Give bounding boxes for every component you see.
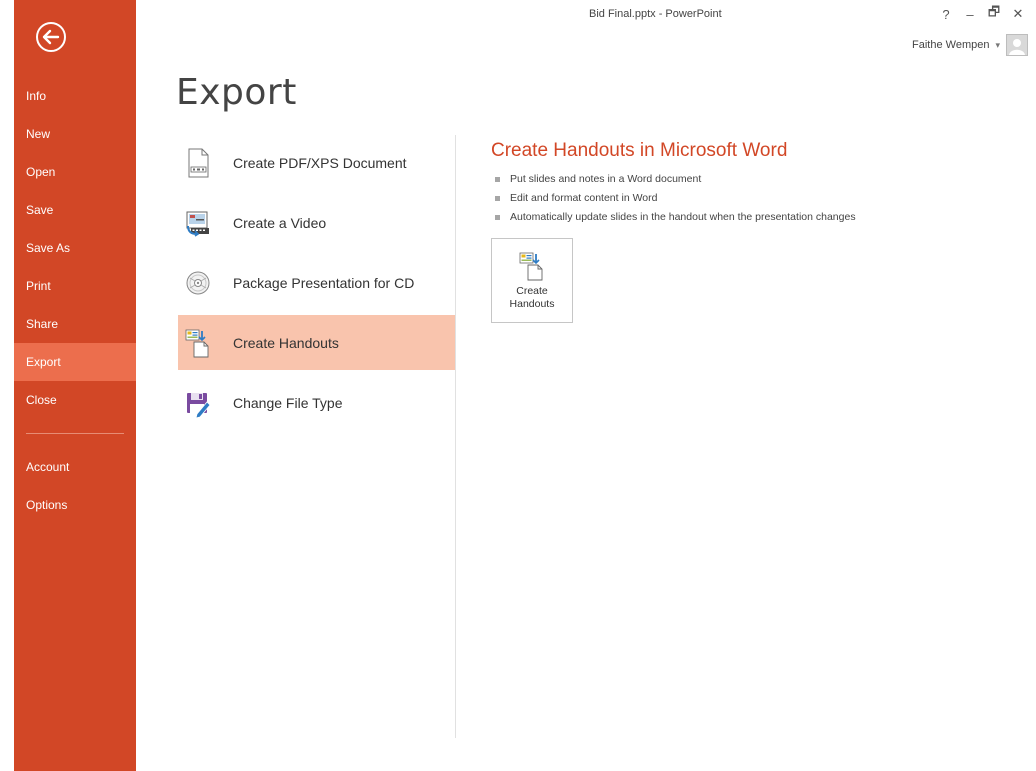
nav-item-share[interactable]: Share: [14, 305, 136, 343]
minimize-button[interactable]: –: [958, 4, 982, 24]
window-controls: ? – 🗗 ✕: [934, 4, 1030, 24]
export-option-label: Create a Video: [233, 214, 327, 231]
export-options-list: Create PDF/XPS Document Create a Video P…: [178, 135, 455, 435]
handouts-icon: [519, 252, 543, 281]
nav-item-print[interactable]: Print: [14, 267, 136, 305]
export-option-label: Create PDF/XPS Document: [233, 154, 407, 171]
back-arrow-icon[interactable]: [35, 21, 67, 53]
nav-separator: [26, 433, 124, 434]
account-area[interactable]: Faithe Wempen ▾: [912, 34, 1028, 56]
detail-pane: Create Handouts in Microsoft Word Put sl…: [491, 140, 1011, 323]
user-silhouette-icon: [1009, 39, 1025, 55]
handouts-icon: [185, 329, 209, 357]
create-handouts-button-label-line1: Create: [516, 285, 548, 297]
user-name[interactable]: Faithe Wempen: [912, 39, 989, 51]
nav-item-save-as[interactable]: Save As: [14, 229, 136, 267]
backstage-sidebar: Info New Open Save Save As Print Share E…: [14, 0, 136, 771]
help-button[interactable]: ?: [934, 4, 958, 24]
close-button[interactable]: ✕: [1006, 4, 1030, 24]
detail-title: Create Handouts in Microsoft Word: [491, 140, 788, 161]
export-option-package-cd[interactable]: Package Presentation for CD: [178, 255, 455, 310]
export-option-label: Change File Type: [233, 394, 343, 411]
save-disk-icon: [187, 392, 211, 418]
export-option-label: Create Handouts: [233, 334, 339, 351]
bullet-icon: [495, 196, 500, 201]
list-item: Automatically update slides in the hando…: [491, 208, 1011, 227]
backstage-nav: Info New Open Save Save As Print Share E…: [14, 77, 136, 524]
create-handouts-button-label-line2: Handouts: [509, 298, 555, 310]
chevron-down-icon[interactable]: ▾: [995, 40, 1000, 51]
page-title: Export: [176, 72, 297, 113]
video-icon: [186, 211, 209, 237]
title-bar: Bid Final.pptx - PowerPoint ? – 🗗 ✕: [136, 0, 1036, 30]
export-option-pdf-xps[interactable]: Create PDF/XPS Document: [178, 135, 455, 190]
panel-divider: [455, 135, 456, 738]
detail-bullets: Put slides and notes in a Word document …: [491, 170, 1011, 227]
cd-icon: [186, 271, 210, 294]
bullet-text: Put slides and notes in a Word document: [510, 173, 702, 185]
nav-item-account[interactable]: Account: [14, 448, 136, 486]
export-option-video[interactable]: Create a Video: [178, 195, 455, 250]
export-option-label: Package Presentation for CD: [233, 274, 415, 291]
bullet-text: Automatically update slides in the hando…: [510, 211, 856, 223]
restore-button[interactable]: 🗗: [982, 4, 1006, 24]
list-item: Edit and format content in Word: [491, 189, 1011, 208]
nav-item-save[interactable]: Save: [14, 191, 136, 229]
create-handouts-button[interactable]: Create Handouts: [491, 238, 573, 323]
bullet-icon: [495, 177, 500, 182]
export-option-handouts[interactable]: Create Handouts: [178, 315, 455, 370]
bullet-text: Edit and format content in Word: [510, 192, 658, 204]
list-item: Put slides and notes in a Word document: [491, 170, 1011, 189]
export-option-change-file-type[interactable]: Change File Type: [178, 375, 455, 430]
nav-item-info[interactable]: Info: [14, 77, 136, 115]
window-title: Bid Final.pptx - PowerPoint: [589, 8, 722, 20]
nav-item-options[interactable]: Options: [14, 486, 136, 524]
nav-item-new[interactable]: New: [14, 115, 136, 153]
nav-item-export[interactable]: Export: [14, 343, 136, 381]
bullet-icon: [495, 215, 500, 220]
pdf-document-icon: [188, 148, 209, 177]
avatar[interactable]: [1006, 34, 1028, 56]
nav-item-open[interactable]: Open: [14, 153, 136, 191]
nav-item-close[interactable]: Close: [14, 381, 136, 419]
